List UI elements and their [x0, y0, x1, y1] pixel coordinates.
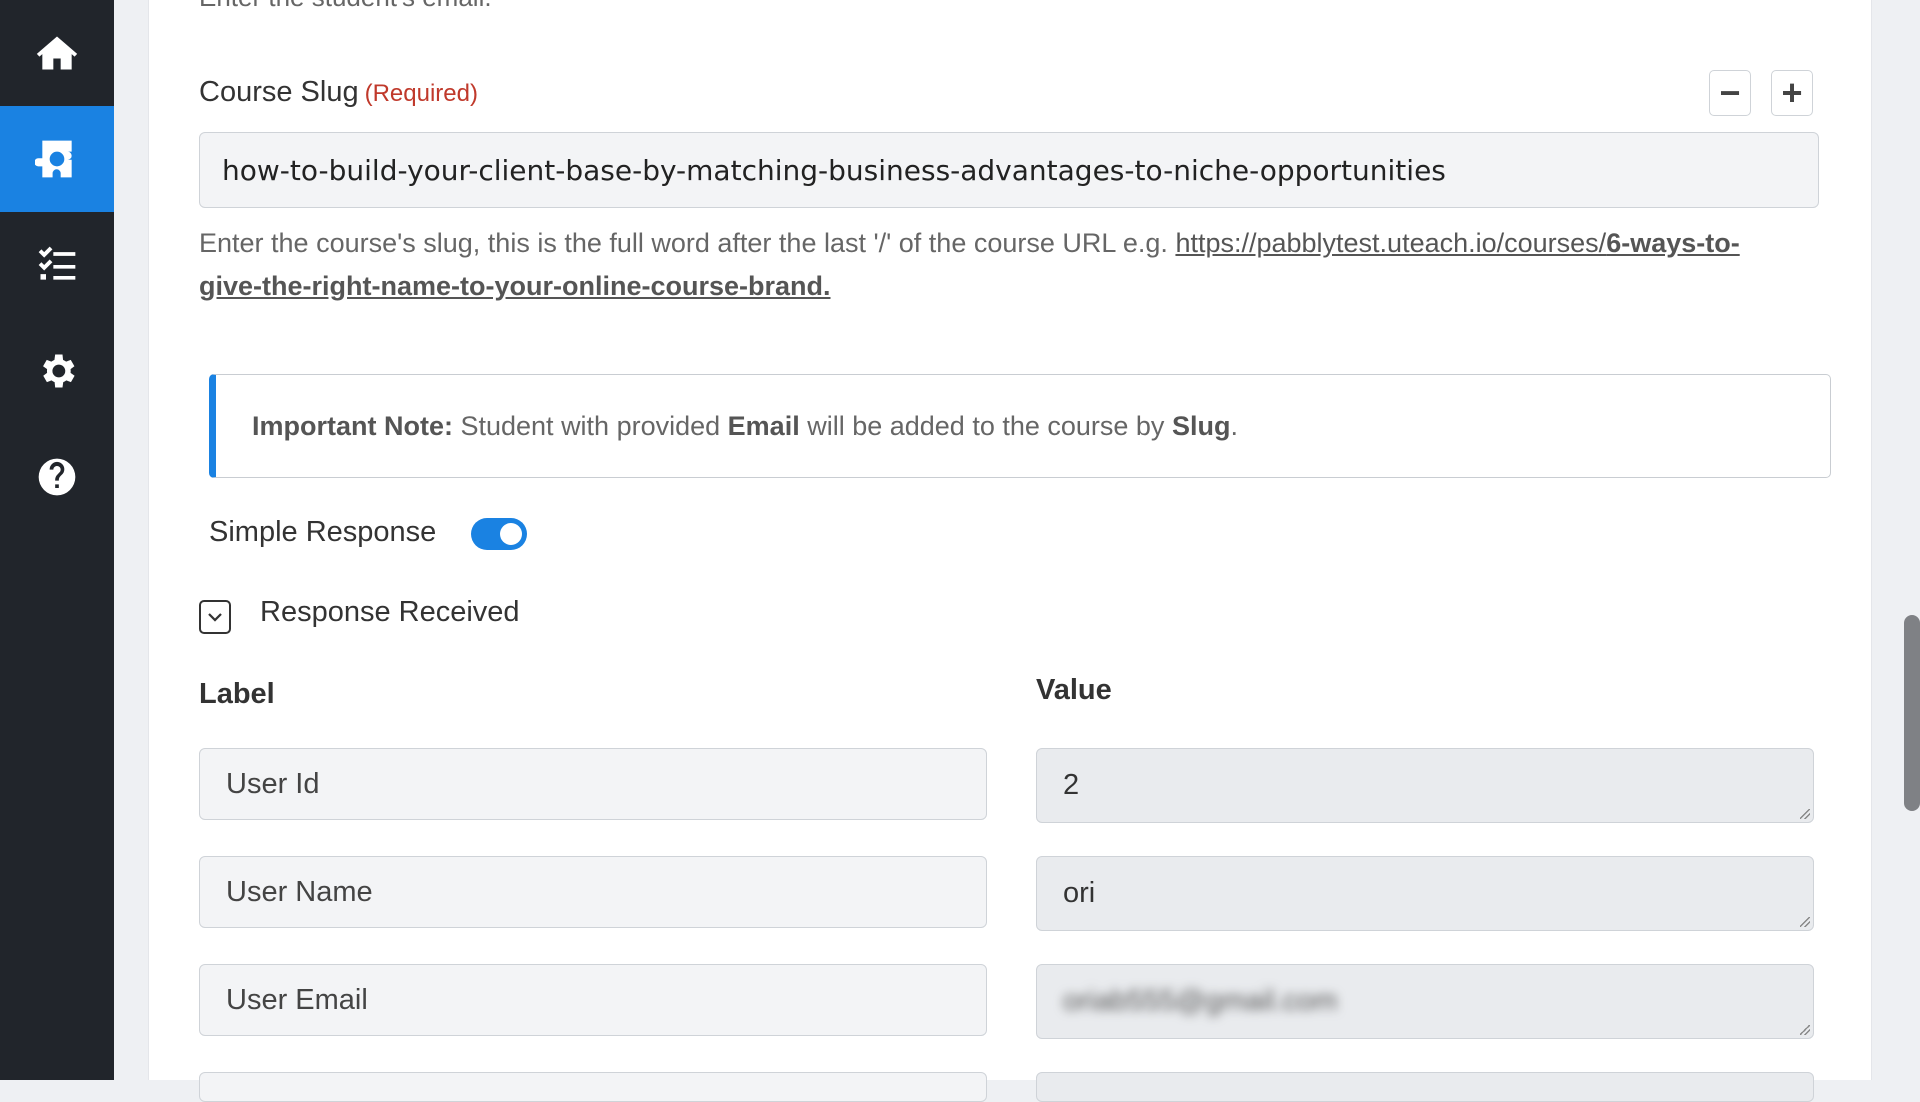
gear-icon — [43, 354, 75, 388]
course-slug-value: how-to-build-your-client-base-by-matchin… — [222, 153, 1446, 187]
important-note-text: Important Note: Student with provided Em… — [252, 411, 1238, 442]
sidebar-item-tasks[interactable] — [0, 212, 114, 318]
note-bold-slug: Slug — [1171, 410, 1231, 441]
home-icon — [36, 36, 78, 70]
important-note: Important Note: Student with provided Em… — [209, 374, 1831, 478]
note-text-3: . — [1230, 410, 1238, 441]
value-column-header: Value — [1036, 674, 1112, 706]
response-value-field[interactable]: 2 — [1036, 748, 1814, 823]
response-received-collapse-button[interactable] — [199, 600, 231, 634]
resize-handle[interactable] — [1800, 809, 1810, 819]
email-helper-text: Enter the student's email. — [199, 0, 492, 13]
course-slug-label: Course Slug (Required) — [199, 76, 478, 109]
response-received-label: Response Received — [260, 596, 520, 628]
plus-icon: + — [1781, 72, 1803, 113]
response-value-field[interactable] — [1036, 1072, 1814, 1102]
sidebar-item-settings[interactable] — [0, 318, 114, 424]
response-value-field[interactable]: oriab555@gmail.com — [1036, 964, 1814, 1039]
response-label-field[interactable]: User Email — [199, 964, 987, 1036]
response-label-text: User Name — [226, 875, 373, 908]
form-card: Enter the student's email. Course Slug(R… — [148, 0, 1872, 1102]
label-column-header: Label — [199, 678, 275, 710]
simple-response-label: Simple Response — [209, 516, 437, 548]
sidebar-item-help[interactable] — [0, 424, 114, 530]
response-value-text: ori — [1063, 877, 1096, 909]
chevron-down-icon — [208, 613, 222, 622]
note-text-2: will be added to the course by — [799, 410, 1172, 441]
response-label-field[interactable]: User Id — [199, 748, 987, 820]
required-indicator: (Required) — [364, 80, 478, 107]
response-label-text: User Id — [226, 767, 320, 800]
integration-icon — [35, 140, 72, 178]
note-bold-email: Email — [727, 410, 800, 441]
response-value-text: 2 — [1063, 769, 1080, 801]
course-slug-helper: Enter the course's slug, this is the ful… — [199, 222, 1799, 308]
sidebar-item-integrations[interactable] — [0, 106, 114, 212]
note-title: Important Note: — [252, 410, 453, 441]
course-slug-helper-text: Enter the course's slug, this is the ful… — [199, 228, 1176, 258]
response-label-field[interactable] — [199, 1072, 987, 1102]
resize-handle[interactable] — [1800, 917, 1810, 927]
course-url-link-base: https://pabblytest.uteach.io/courses/ — [1175, 228, 1607, 258]
sidebar — [0, 0, 114, 1080]
course-slug-label-text: Course Slug — [199, 76, 359, 108]
resize-handle[interactable] — [1800, 1025, 1810, 1035]
response-label-text: User Email — [226, 983, 368, 1016]
minus-button[interactable]: − — [1709, 70, 1751, 116]
simple-response-toggle[interactable] — [471, 518, 527, 550]
task-list-icon — [38, 246, 76, 280]
sidebar-item-home[interactable] — [0, 0, 114, 106]
plus-button[interactable]: + — [1771, 70, 1813, 116]
course-slug-input[interactable]: how-to-build-your-client-base-by-matchin… — [199, 132, 1819, 208]
response-value-field[interactable]: ori — [1036, 856, 1814, 931]
response-label-field[interactable]: User Name — [199, 856, 987, 928]
minus-icon: − — [1719, 72, 1741, 113]
note-text-1: Student with provided — [452, 410, 728, 441]
page-scrollbar[interactable] — [1904, 615, 1920, 811]
response-value-text-blurred: oriab555@gmail.com — [1063, 985, 1338, 1017]
help-icon — [38, 458, 76, 496]
